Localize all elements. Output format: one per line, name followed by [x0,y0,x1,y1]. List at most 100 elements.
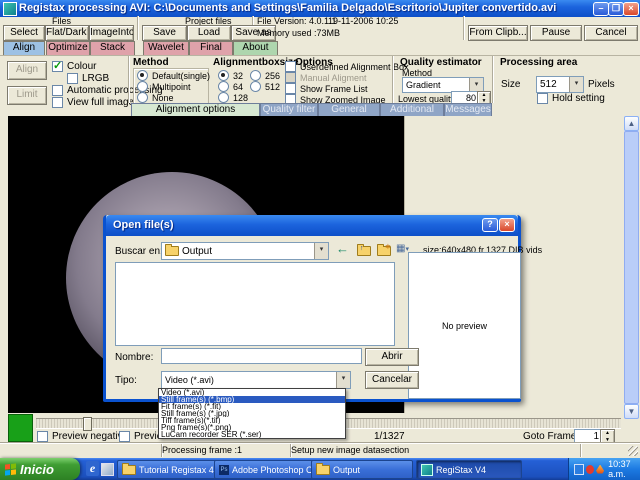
size-select[interactable]: 512 ▾ [536,76,584,93]
dropdown-arrow-icon[interactable]: ▾ [314,243,328,259]
method-header: Method [133,57,169,68]
toolbar-separator [137,16,138,40]
boxsize-128-radio[interactable] [218,92,229,103]
view-full-image-checkbox[interactable] [52,97,63,108]
quick-launch-icon[interactable] [101,463,114,476]
boxsize-64-radio[interactable] [218,81,229,92]
taskbar-clock: 10:37 a.m. [608,459,631,479]
frame-slider-thumb[interactable] [83,417,92,431]
mode-tab-stack[interactable]: Stack [90,41,135,56]
method-multipoint-radio[interactable] [137,81,148,92]
file-type-option[interactable]: Tiff frame(s)(*.tif) [159,417,345,424]
goto-frame-input[interactable]: 1 [574,429,602,444]
resize-grip[interactable] [628,446,638,456]
start-button[interactable]: Inicio [0,458,80,480]
vertical-scrollbar[interactable]: ▲ ▼ [624,116,639,419]
taskbar-task-registax[interactable]: RegiStax V4 [416,460,522,479]
file-type-dropdown: Video (*.avi) Still frame(s) (*.bmp) Fit… [158,388,346,439]
close-button[interactable]: × [623,2,639,16]
boxsize-256-label: 256 [265,70,281,81]
mode-tab-align[interactable]: Align [3,41,45,56]
limit-button[interactable]: Limit [7,86,47,105]
mode-tab-final[interactable]: Final [189,41,233,56]
start-label: Inicio [20,461,54,477]
file-type-option-selected[interactable]: Still frame(s) (*.bmp) [159,396,345,403]
internet-explorer-icon[interactable]: e [86,461,99,476]
up-folder-icon[interactable]: ↑ [357,244,371,256]
preview-checkbox[interactable] [119,431,130,442]
file-type-option[interactable]: Fit frame(s) (*.fit) [159,403,345,410]
restore-button[interactable]: ❐ [608,2,624,16]
back-icon[interactable]: ← [336,241,349,256]
status-indicator [8,414,33,442]
method-default-radio[interactable] [137,70,148,81]
size-value: 512 [540,79,557,90]
automatic-processing-checkbox[interactable] [52,85,63,96]
dialog-titlebar[interactable]: Open file(s) ? × [106,215,518,236]
dialog-title: Open file(s) [113,219,174,231]
mode-tab-wavelet[interactable]: Wavelet [143,41,189,56]
show-frame-list-checkbox[interactable] [285,83,296,94]
pause-button[interactable]: Pause [530,25,582,41]
look-in-select[interactable]: Output ▾ [161,242,329,260]
help-icon[interactable]: ? [482,218,498,232]
panel-separator [392,56,393,103]
colour-checkbox[interactable] [52,59,63,72]
taskbar-task-photoshop[interactable]: Ps Adobe Photoshop CS3 [214,460,316,479]
flatdark-button[interactable]: Flat/Dark ▾ [45,25,89,41]
mode-tab-optimize[interactable]: Optimize [46,41,90,56]
cancel-button[interactable]: Cancel [584,25,638,41]
tray-flame-icon[interactable] [596,464,605,474]
from-clipboard-button[interactable]: From Clipb... [468,25,528,41]
dropdown-arrow-icon[interactable]: ▾ [336,372,350,388]
scrollbar-thumb[interactable] [624,131,639,404]
method-default-label: Default(single) [152,70,211,81]
file-type-select[interactable]: Video (*.avi) ▾ [161,371,351,389]
window-logo-icon [3,2,17,16]
select-button[interactable]: Select [3,25,45,41]
method-none-radio[interactable] [137,92,148,103]
scroll-up-icon[interactable]: ▲ [624,116,639,131]
lrgb-checkbox[interactable] [67,73,78,84]
hold-setting-label: Hold setting [552,93,605,104]
file-type-label: Tipo: [115,375,137,386]
file-type-option[interactable]: LuCam recorder SER (*.ser) [159,431,345,438]
statusbar-cell-empty [0,444,162,457]
dropdown-arrow-icon[interactable]: ▾ [569,77,583,92]
scroll-down-icon[interactable]: ▼ [624,404,639,419]
minimize-button[interactable]: – [593,2,609,16]
file-type-option[interactable]: Png frame(s)(*.png) [159,424,345,431]
imageinto-button[interactable]: ImageInto [89,25,134,41]
userdefined-alignment-box-checkbox[interactable] [285,61,296,72]
taskbar-task-tutorial[interactable]: Tutorial Registax 4 [117,460,219,479]
boxsize-32-radio[interactable] [218,70,229,81]
file-type-option[interactable]: Still frame(s) (*.jpg) [159,410,345,417]
file-name-input[interactable] [161,348,362,364]
taskbar-task-output[interactable]: Output [311,460,413,479]
file-list[interactable] [115,262,395,346]
boxsize-256-radio[interactable] [250,70,261,81]
new-folder-icon[interactable]: ✶ [377,244,391,256]
manual-alignment-checkbox [285,72,296,83]
boxsize-32-label: 32 [233,70,244,81]
registax-icon [421,463,433,476]
boxsize-512-radio[interactable] [250,81,261,92]
preview-negative-checkbox[interactable] [37,431,48,442]
preview-pane: No preview [408,252,521,399]
boxsize-512-label: 512 [265,81,281,92]
dialog-close-icon[interactable]: × [499,218,515,232]
tray-network-icon[interactable] [574,463,585,475]
save-button[interactable]: Save [142,25,187,41]
window-titlebar[interactable]: Registax processing AVI: C:\Documents an… [0,0,640,17]
file-type-option[interactable]: Video (*.avi) [159,389,345,396]
boxsize-128-label: 128 [233,92,249,103]
load-button[interactable]: Load [187,25,231,41]
mode-tab-about[interactable]: About [233,41,278,56]
dropdown-arrow-icon[interactable]: ▾ [469,78,483,92]
open-button[interactable]: Abrir [365,348,419,366]
dialog-cancel-button[interactable]: Cancelar [365,371,419,389]
taskbar: Inicio e Tutorial Registax 4 Ps Adobe Ph… [0,458,640,480]
align-button[interactable]: Align [7,61,47,80]
hold-setting-checkbox[interactable] [537,93,548,104]
tray-red-icon[interactable] [586,464,595,474]
